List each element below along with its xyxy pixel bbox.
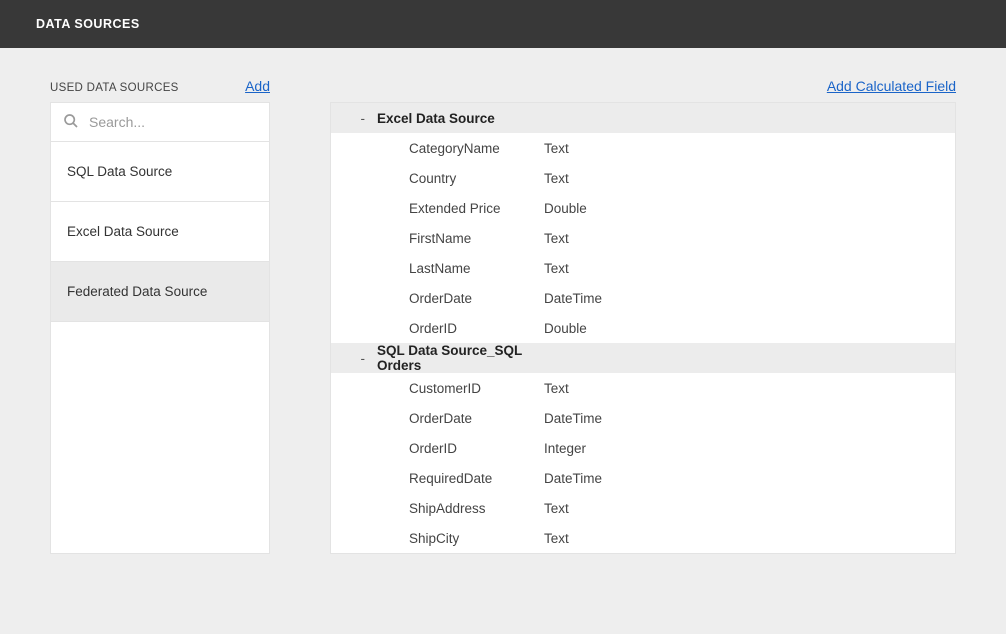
field-type: Text: [531, 141, 731, 156]
field-type: Text: [531, 231, 731, 246]
field-type: Text: [531, 531, 731, 546]
field-name: CustomerID: [371, 381, 531, 396]
field-row[interactable]: RequiredDateDateTime: [331, 463, 955, 493]
field-name: RequiredDate: [371, 471, 531, 486]
field-row[interactable]: CustomerIDText: [331, 373, 955, 403]
field-type: DateTime: [531, 471, 731, 486]
field-name: Country: [371, 171, 531, 186]
page-header: DATA SOURCES: [0, 0, 1006, 48]
content-area: USED DATA SOURCES Add SQL Data Source Exc…: [0, 48, 1006, 584]
field-type: Integer: [531, 441, 731, 456]
field-type: Text: [531, 261, 731, 276]
field-row[interactable]: OrderDateDateTime: [331, 283, 955, 313]
field-row[interactable]: OrderDateDateTime: [331, 403, 955, 433]
field-row[interactable]: CountryText: [331, 163, 955, 193]
add-calculated-field-link[interactable]: Add Calculated Field: [827, 78, 956, 94]
field-group-header[interactable]: -Excel Data Source: [331, 103, 955, 133]
field-row[interactable]: CategoryNameText: [331, 133, 955, 163]
field-row[interactable]: OrderIDInteger: [331, 433, 955, 463]
field-group-header[interactable]: -SQL Data Source_SQL Orders: [331, 343, 955, 373]
field-row[interactable]: OrderIDDouble: [331, 313, 955, 343]
page-title: DATA SOURCES: [36, 17, 140, 31]
field-name: OrderID: [371, 441, 531, 456]
data-source-list: SQL Data Source Excel Data Source Federate…: [50, 142, 270, 554]
field-type: DateTime: [531, 411, 731, 426]
add-data-source-link[interactable]: Add: [245, 78, 270, 94]
sidebar-title: USED DATA SOURCES: [50, 82, 179, 94]
field-name: FirstName: [371, 231, 531, 246]
data-source-item[interactable]: Federated Data Source: [51, 262, 269, 322]
field-name: OrderDate: [371, 411, 531, 426]
field-type: Double: [531, 201, 731, 216]
field-type: Text: [531, 381, 731, 396]
data-source-item[interactable]: SQL Data Source: [51, 142, 269, 202]
search-box[interactable]: [50, 102, 270, 142]
field-type: Text: [531, 171, 731, 186]
fields-table: -Excel Data SourceCategoryNameTextCountr…: [330, 102, 956, 554]
field-row[interactable]: LastNameText: [331, 253, 955, 283]
field-type: Double: [531, 321, 731, 336]
field-row[interactable]: FirstNameText: [331, 223, 955, 253]
field-name: ShipCity: [371, 531, 531, 546]
main-header: Add Calculated Field: [330, 78, 956, 94]
field-group-name: SQL Data Source_SQL Orders: [371, 343, 531, 373]
field-group-name: Excel Data Source: [371, 111, 531, 126]
field-name: OrderID: [371, 321, 531, 336]
search-input[interactable]: [89, 114, 257, 130]
field-row[interactable]: ShipCityText: [331, 523, 955, 553]
field-row[interactable]: ShipAddressText: [331, 493, 955, 523]
field-name: ShipAddress: [371, 501, 531, 516]
collapse-icon[interactable]: -: [331, 351, 371, 366]
field-name: CategoryName: [371, 141, 531, 156]
sidebar-header: USED DATA SOURCES Add: [50, 78, 270, 94]
field-name: OrderDate: [371, 291, 531, 306]
collapse-icon[interactable]: -: [331, 111, 371, 126]
data-source-label: Excel Data Source: [67, 224, 179, 239]
field-type: Text: [531, 501, 731, 516]
field-name: Extended Price: [371, 201, 531, 216]
search-icon: [63, 113, 79, 132]
data-source-label: SQL Data Source: [67, 164, 172, 179]
field-name: LastName: [371, 261, 531, 276]
data-source-item[interactable]: Excel Data Source: [51, 202, 269, 262]
sidebar: USED DATA SOURCES Add SQL Data Source Exc…: [50, 78, 270, 554]
data-source-label: Federated Data Source: [67, 284, 207, 299]
field-type: DateTime: [531, 291, 731, 306]
main-panel: Add Calculated Field -Excel Data SourceC…: [330, 78, 956, 554]
field-row[interactable]: Extended PriceDouble: [331, 193, 955, 223]
